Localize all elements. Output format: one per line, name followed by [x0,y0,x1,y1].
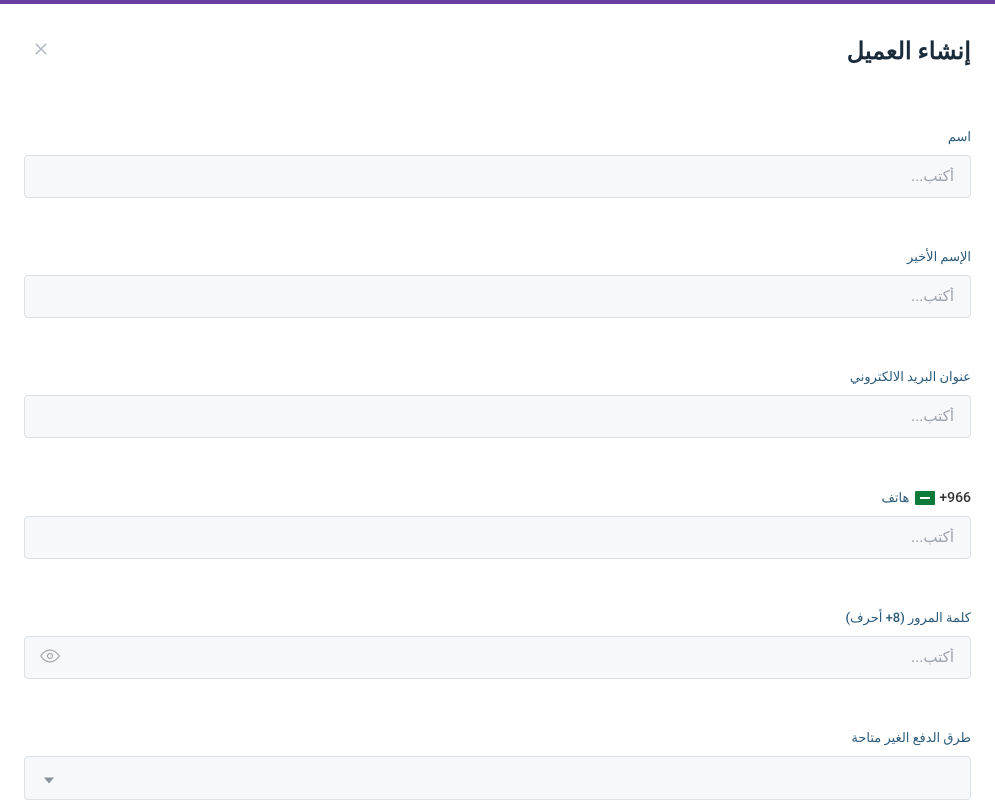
flag-saudi-icon [915,491,935,505]
field-phone: +966 هاتف [24,490,971,559]
modal-header: إنشاء العميل [0,4,995,82]
password-label: كلمة المرور (8+ أحرف) [24,611,971,626]
phone-input[interactable] [24,516,971,559]
first-name-label: اسم [24,130,971,145]
dial-code: +966 [939,490,971,506]
toggle-password-visibility[interactable] [40,646,60,670]
field-email: عنوان البريد الالكتروني [24,370,971,438]
field-payment-methods: طرق الدفع الغير متاحة [24,731,971,800]
field-last-name: الإسم الأخير [24,250,971,318]
close-button[interactable] [24,32,58,70]
form-container: اسم الإسم الأخير عنوان البريد الالكتروني… [0,130,995,800]
phone-label-row: +966 هاتف [24,490,971,506]
country-code-badge[interactable]: +966 [915,490,971,506]
email-input[interactable] [24,395,971,438]
payment-methods-label: طرق الدفع الغير متاحة [24,731,971,746]
field-password: كلمة المرور (8+ أحرف) [24,611,971,679]
close-icon [32,41,50,63]
phone-label: هاتف [881,491,909,506]
field-first-name: اسم [24,130,971,198]
password-input[interactable] [24,636,971,679]
eye-icon [40,651,60,670]
payment-methods-select[interactable] [24,756,971,800]
first-name-input[interactable] [24,155,971,198]
email-label: عنوان البريد الالكتروني [24,370,971,385]
modal-title: إنشاء العميل [847,37,971,65]
last-name-label: الإسم الأخير [24,250,971,265]
last-name-input[interactable] [24,275,971,318]
